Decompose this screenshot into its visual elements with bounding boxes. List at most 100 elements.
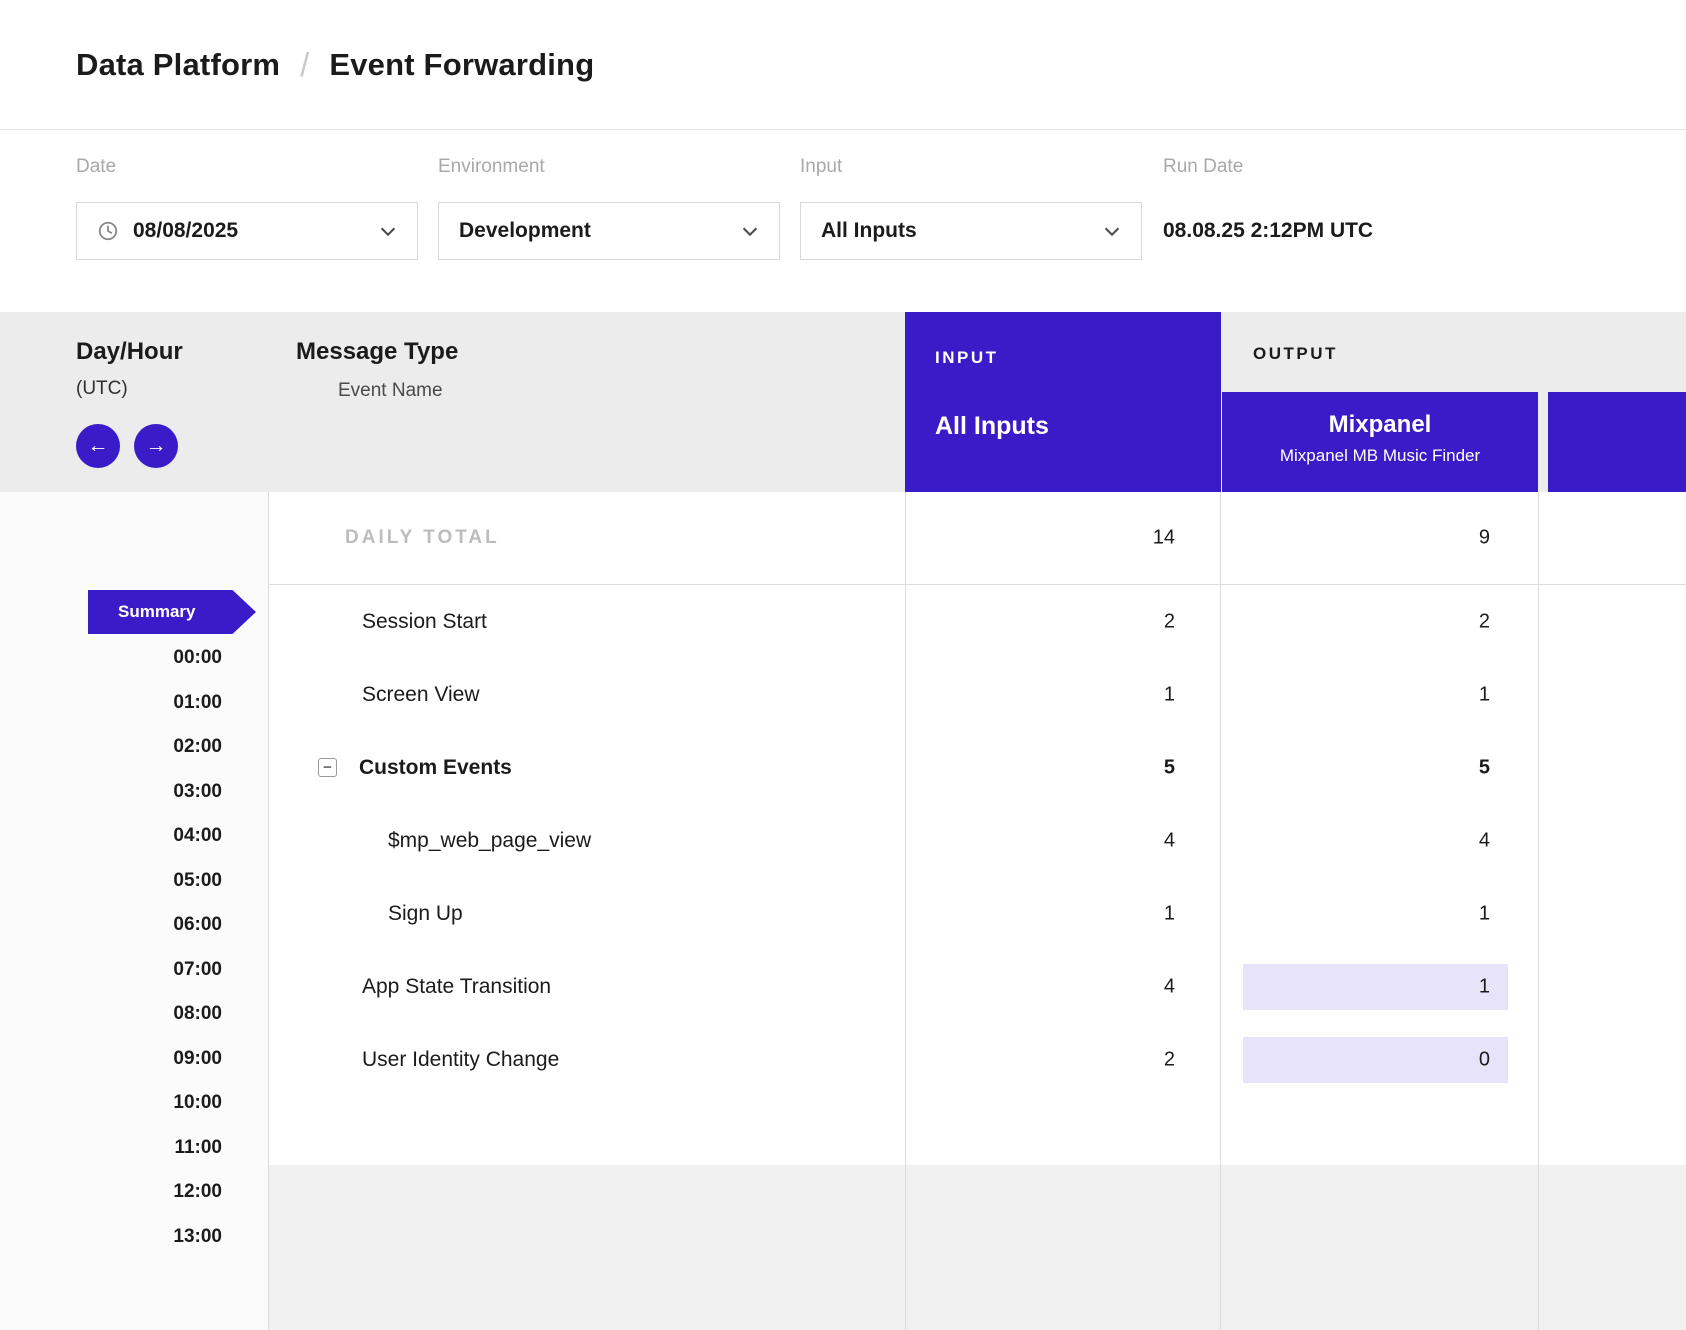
event-name-label: Sign Up	[388, 902, 463, 926]
table-row: Screen View 1 1	[268, 658, 1686, 731]
run-date-value: 08.08.25 2:12PM UTC	[1163, 219, 1373, 243]
output-count: 1	[1479, 902, 1490, 925]
output-cell: 4	[1222, 804, 1538, 877]
input-count: 4	[1164, 829, 1175, 852]
table-rows: Session Start 2 2 Screen View 1 1 − Custom Even…	[268, 585, 1686, 1096]
input-cell: 4	[905, 950, 1220, 1023]
event-name: − Custom Events	[318, 756, 512, 780]
event-name-label: $mp_web_page_view	[388, 829, 591, 853]
event-forwarding-page: Data Platform / Event Forwarding Date 08…	[0, 0, 1686, 1330]
hour-label[interactable]: 05:00	[0, 859, 222, 904]
table-row: $mp_web_page_view 4 4	[268, 804, 1686, 877]
chevron-down-icon	[739, 220, 761, 242]
output-cell: 1	[1222, 877, 1538, 950]
input-cell: 1	[905, 877, 1220, 950]
event-name: $mp_web_page_view	[388, 829, 591, 853]
input-column-value: All Inputs	[935, 412, 1049, 441]
event-name-label: Custom Events	[359, 756, 512, 780]
output-cell: 2	[1222, 585, 1538, 658]
table-filler	[268, 1165, 1686, 1330]
collapse-icon[interactable]: −	[318, 758, 337, 777]
day-nav: ← →	[76, 424, 178, 468]
input-count: 2	[1164, 610, 1175, 633]
event-name-label: User Identity Change	[362, 1048, 559, 1072]
input-count: 1	[1164, 902, 1175, 925]
date-value: 08/08/2025	[133, 219, 363, 243]
message-type-title: Message Type	[296, 338, 458, 366]
hour-label[interactable]: 02:00	[0, 725, 222, 770]
event-name: User Identity Change	[362, 1048, 559, 1072]
output-column-partial	[1548, 392, 1686, 492]
table-row: Sign Up 1 1	[268, 877, 1686, 950]
summary-badge[interactable]: Summary	[88, 590, 256, 634]
event-name: Sign Up	[388, 902, 463, 926]
filter-bar: Date 08/08/2025 Environment Development	[0, 130, 1686, 312]
input-cell: 2	[905, 1023, 1220, 1096]
day-hour-title: Day/Hour	[76, 338, 183, 366]
hour-label[interactable]: 10:00	[0, 1081, 222, 1126]
input-dropdown[interactable]: All Inputs	[800, 202, 1142, 260]
input-value: All Inputs	[821, 219, 1087, 243]
hour-label[interactable]: 08:00	[0, 992, 222, 1037]
prev-day-button[interactable]: ←	[76, 424, 120, 468]
hour-label[interactable]: 04:00	[0, 814, 222, 859]
input-column-label: INPUT	[935, 348, 999, 368]
daily-total-row: DAILY TOTAL 14 9	[268, 492, 1686, 585]
input-cell: 4	[905, 804, 1220, 877]
environment-filter-label: Environment	[438, 156, 545, 178]
chevron-down-icon	[1101, 220, 1123, 242]
daily-total-output: 9	[1479, 527, 1490, 550]
environment-dropdown[interactable]: Development	[438, 202, 780, 260]
daily-total-label: DAILY TOTAL	[345, 527, 500, 549]
event-name-label: Screen View	[362, 683, 480, 707]
hour-list: 00:0001:0002:0003:0004:0005:0006:0007:00…	[0, 636, 222, 1259]
hour-label[interactable]: 03:00	[0, 770, 222, 815]
highlight-cell	[1243, 964, 1508, 1010]
hour-label[interactable]: 12:00	[0, 1170, 222, 1215]
output-count: 5	[1479, 756, 1490, 779]
chevron-down-icon	[377, 220, 399, 242]
run-date-label: Run Date	[1163, 156, 1243, 178]
next-day-button[interactable]: →	[134, 424, 178, 468]
hour-label[interactable]: 00:00	[0, 636, 222, 681]
output-column-title: Mixpanel	[1222, 411, 1538, 439]
output-cell: 5	[1222, 731, 1538, 804]
hour-sidebar: Summary 00:0001:0002:0003:0004:0005:0006…	[0, 492, 268, 1330]
environment-value: Development	[459, 219, 725, 243]
input-filter-label: Input	[800, 156, 842, 178]
table-row: − Custom Events 5 5	[268, 731, 1686, 804]
output-cell: 0	[1222, 1023, 1538, 1096]
hour-label[interactable]: 01:00	[0, 681, 222, 726]
output-cell: 1	[1222, 950, 1538, 1023]
event-name: Session Start	[362, 610, 487, 634]
output-count: 4	[1479, 829, 1490, 852]
table-header: Day/Hour (UTC) ← → Message Type Event Na…	[0, 312, 1686, 492]
daily-total-input: 14	[1153, 527, 1175, 550]
date-dropdown[interactable]: 08/08/2025	[76, 202, 418, 260]
output-cell: 1	[1222, 658, 1538, 731]
breadcrumb-section[interactable]: Data Platform	[76, 47, 280, 83]
event-name-label: App State Transition	[362, 975, 551, 999]
input-cell: 2	[905, 585, 1220, 658]
hour-label[interactable]: 11:00	[0, 1126, 222, 1171]
clock-icon	[97, 220, 119, 242]
day-hour-subtitle: (UTC)	[76, 378, 128, 400]
highlight-cell	[1243, 1037, 1508, 1083]
input-count: 2	[1164, 1048, 1175, 1071]
input-count: 5	[1164, 756, 1175, 779]
hour-label[interactable]: 09:00	[0, 1037, 222, 1082]
breadcrumb: Data Platform / Event Forwarding	[0, 0, 1686, 130]
input-count: 1	[1164, 683, 1175, 706]
breadcrumb-separator: /	[300, 46, 309, 84]
hour-label[interactable]: 06:00	[0, 903, 222, 948]
date-filter-label: Date	[76, 156, 116, 178]
output-count: 0	[1479, 1048, 1490, 1071]
event-name: Screen View	[362, 683, 480, 707]
output-column-subtitle: Mixpanel MB Music Finder	[1222, 446, 1538, 466]
hour-label[interactable]: 13:00	[0, 1215, 222, 1260]
page-title: Event Forwarding	[329, 47, 594, 83]
event-name: App State Transition	[362, 975, 551, 999]
hour-label[interactable]: 07:00	[0, 948, 222, 993]
output-count: 1	[1479, 975, 1490, 998]
event-name-label: Session Start	[362, 610, 487, 634]
